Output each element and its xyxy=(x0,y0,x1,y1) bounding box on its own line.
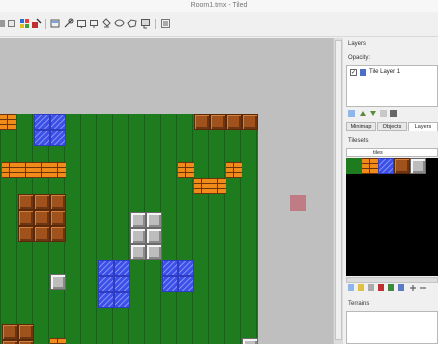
insert-rectangle-icon[interactable] xyxy=(140,18,151,29)
tile-cursor-highlight xyxy=(290,195,306,211)
window-title: Room1.tmx - Tiled xyxy=(190,2,248,9)
layers-panel-title: Layers xyxy=(348,41,367,47)
wood-tile xyxy=(226,114,242,130)
brick-tile xyxy=(50,338,66,344)
terrain-brush-icon[interactable] xyxy=(31,18,42,29)
magic-wand-icon[interactable] xyxy=(89,18,100,29)
brick-tile xyxy=(194,178,210,194)
water-tile xyxy=(114,276,130,292)
tab-minimap[interactable]: Minimap xyxy=(346,122,376,131)
layer-actions-bar xyxy=(346,109,438,119)
steel-tile xyxy=(130,212,146,228)
bucket-fill-icon[interactable] xyxy=(50,18,61,29)
water-tile xyxy=(98,276,114,292)
water-tile xyxy=(34,114,50,130)
toolbar-separator xyxy=(155,19,156,29)
tileset-grass-tile[interactable] xyxy=(346,158,362,174)
brick-tile xyxy=(0,114,16,130)
wood-tile xyxy=(210,114,226,130)
scrollbar-thumb[interactable] xyxy=(335,40,342,340)
water-tile xyxy=(50,114,66,130)
tile-map[interactable] xyxy=(0,114,258,344)
steel-tile xyxy=(50,274,66,290)
tileset-actions-bar xyxy=(346,283,438,293)
steel-tile xyxy=(242,338,258,344)
steel-tile xyxy=(146,228,162,244)
wood-tile xyxy=(18,210,34,226)
rectangle-select-icon[interactable] xyxy=(76,18,87,29)
select-same-tile-icon[interactable] xyxy=(101,18,112,29)
steel-tile xyxy=(130,244,146,260)
brick-tile xyxy=(18,162,34,178)
steel-tile xyxy=(130,228,146,244)
wood-tile xyxy=(2,324,18,340)
water-tile xyxy=(178,260,194,276)
right-dock: Layers Opacity: ✓ Tile Layer 1 Minimap O… xyxy=(344,38,438,344)
water-tile xyxy=(34,130,50,146)
steel-tile xyxy=(146,212,162,228)
brick-tile xyxy=(210,178,226,194)
terrain-list[interactable] xyxy=(346,311,438,344)
water-tile xyxy=(98,292,114,308)
stamp-brush-icon[interactable] xyxy=(19,18,30,29)
tileset-steel-tile[interactable] xyxy=(410,158,426,174)
layer-name[interactable]: Tile Layer 1 xyxy=(369,69,400,75)
water-tile xyxy=(178,276,194,292)
tileset-brick-tile[interactable] xyxy=(362,158,378,174)
tilesets-panel-title: Tilesets xyxy=(348,138,369,144)
brick-tile xyxy=(34,162,50,178)
wood-tile xyxy=(34,194,50,210)
brick-tile xyxy=(50,162,66,178)
wood-tile xyxy=(18,194,34,210)
eraser-icon[interactable] xyxy=(63,18,74,29)
main-toolbar xyxy=(0,12,438,37)
tab-objects[interactable]: Objects xyxy=(377,122,407,131)
wood-tile xyxy=(194,114,210,130)
toolbar-overflow-icon[interactable] xyxy=(0,20,5,27)
new-icon[interactable] xyxy=(8,20,15,27)
tileset-wood-tile[interactable] xyxy=(394,158,410,174)
layers-tabbar: Minimap Objects Layers xyxy=(346,122,438,131)
wood-tile xyxy=(18,340,34,344)
layer-visibility-checkbox[interactable]: ✓ xyxy=(350,69,357,76)
water-tile xyxy=(98,260,114,276)
wood-tile xyxy=(34,226,50,242)
wood-tile xyxy=(50,210,66,226)
tileset-view[interactable] xyxy=(346,158,438,276)
tileset-tabbar: tiles xyxy=(346,148,438,157)
tile-layer-icon xyxy=(360,69,366,76)
brick-tile xyxy=(178,162,194,178)
water-tile xyxy=(114,260,130,276)
toolbar-separator xyxy=(45,19,46,29)
brick-tile xyxy=(2,162,18,178)
wood-tile xyxy=(18,226,34,242)
tab-layers[interactable]: Layers xyxy=(408,122,438,131)
brick-tile xyxy=(226,162,242,178)
vertical-scrollbar[interactable] xyxy=(333,38,343,344)
water-tile xyxy=(114,292,130,308)
steel-tile xyxy=(146,244,162,260)
wood-tile xyxy=(50,226,66,242)
opacity-label: Opacity: xyxy=(348,55,371,61)
window-titlebar: Room1.tmx - Tiled xyxy=(0,0,438,12)
edit-polygons-icon[interactable] xyxy=(127,18,138,29)
water-tile xyxy=(162,260,178,276)
wood-tile xyxy=(2,340,18,344)
map-canvas-area[interactable] xyxy=(0,38,333,344)
layer-list[interactable]: ✓ Tile Layer 1 xyxy=(346,65,438,107)
object-select-icon[interactable] xyxy=(114,18,125,29)
terrains-panel-title: Terrains xyxy=(348,301,370,307)
tileset-tab[interactable]: tiles xyxy=(373,149,383,157)
wood-tile xyxy=(34,210,50,226)
wood-tile xyxy=(50,194,66,210)
water-tile xyxy=(50,130,66,146)
water-tile xyxy=(162,276,178,292)
tileset-water-tile[interactable] xyxy=(378,158,394,174)
insert-tile-icon[interactable] xyxy=(160,18,171,29)
wood-tile xyxy=(18,324,34,340)
wood-tile xyxy=(242,114,258,130)
